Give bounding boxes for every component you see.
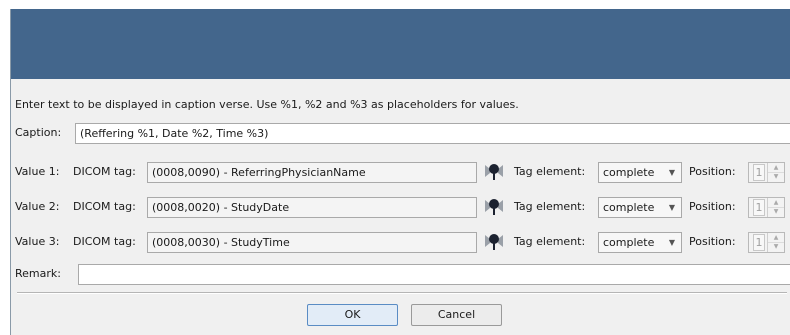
position-label: Position: xyxy=(689,200,736,213)
tag-element-select-3[interactable]: complete ▼ xyxy=(598,232,682,253)
dicom-tag-label: DICOM tag: xyxy=(73,200,136,213)
map-pin-icon[interactable] xyxy=(483,195,505,217)
spinner-buttons[interactable]: ▲ ▼ xyxy=(767,233,784,252)
separator xyxy=(17,292,787,294)
instruction-text: Enter text to be displayed in caption ve… xyxy=(15,98,519,111)
map-pin-icon[interactable] xyxy=(483,160,505,182)
dicom-tag-field-1[interactable]: (0008,0090) - ReferringPhysicianName xyxy=(147,162,477,183)
caption-dialog: Enter text to be displayed in caption ve… xyxy=(10,9,790,335)
tag-element-value: complete xyxy=(603,166,655,179)
remark-input[interactable] xyxy=(78,264,790,285)
position-label: Position: xyxy=(689,235,736,248)
cancel-button[interactable]: Cancel xyxy=(411,304,502,326)
chevron-down-icon[interactable]: ▼ xyxy=(768,242,784,251)
triangle-down-icon: ▼ xyxy=(668,238,675,247)
value-2-label: Value 2: xyxy=(15,200,60,213)
tag-element-value: complete xyxy=(603,201,655,214)
value-1-label: Value 1: xyxy=(15,165,60,178)
position-spinner-3[interactable]: 1 ▲ ▼ xyxy=(748,232,785,253)
tag-element-select-2[interactable]: complete ▼ xyxy=(598,197,682,218)
position-label: Position: xyxy=(689,165,736,178)
tag-element-label: Tag element: xyxy=(514,200,586,213)
triangle-down-icon: ▼ xyxy=(668,168,675,177)
position-value: 1 xyxy=(753,199,765,216)
chevron-down-icon[interactable]: ▼ xyxy=(768,207,784,216)
value-3-label: Value 3: xyxy=(15,235,60,248)
spinner-buttons[interactable]: ▲ ▼ xyxy=(767,163,784,182)
dicom-tag-field-2[interactable]: (0008,0020) - StudyDate xyxy=(147,197,477,218)
position-spinner-2[interactable]: 1 ▲ ▼ xyxy=(748,197,785,218)
tag-element-select-1[interactable]: complete ▼ xyxy=(598,162,682,183)
chevron-down-icon[interactable]: ▼ xyxy=(768,172,784,181)
caption-input[interactable]: (Reffering %1, Date %2, Time %3) xyxy=(75,123,790,144)
dicom-tag-label: DICOM tag: xyxy=(73,165,136,178)
tag-element-label: Tag element: xyxy=(514,235,586,248)
tag-element-value: complete xyxy=(603,236,655,249)
tag-element-label: Tag element: xyxy=(514,165,586,178)
position-value: 1 xyxy=(753,234,765,251)
spinner-buttons[interactable]: ▲ ▼ xyxy=(767,198,784,217)
position-spinner-1[interactable]: 1 ▲ ▼ xyxy=(748,162,785,183)
ok-button[interactable]: OK xyxy=(307,304,398,326)
triangle-down-icon: ▼ xyxy=(668,203,675,212)
dicom-tag-field-3[interactable]: (0008,0030) - StudyTime xyxy=(147,232,477,253)
caption-label: Caption: xyxy=(15,126,62,139)
dicom-tag-label: DICOM tag: xyxy=(73,235,136,248)
map-pin-icon[interactable] xyxy=(483,230,505,252)
remark-label: Remark: xyxy=(15,267,61,280)
position-value: 1 xyxy=(753,164,765,181)
dialog-titlebar[interactable] xyxy=(11,9,790,79)
